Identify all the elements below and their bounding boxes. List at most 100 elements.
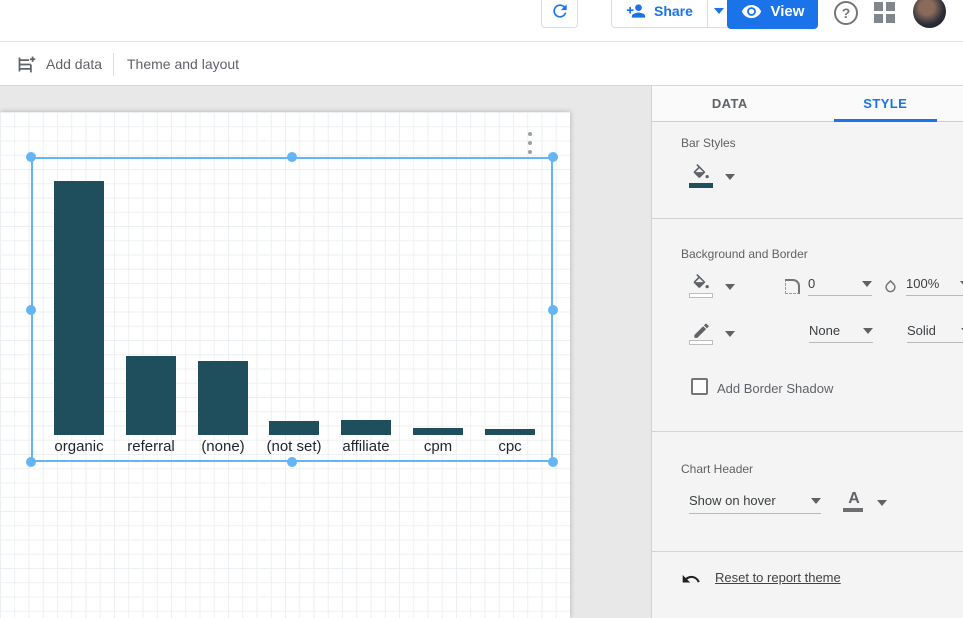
chart-overflow-menu[interactable] <box>524 132 536 154</box>
more-vert-icon <box>528 141 532 145</box>
selection-handle[interactable] <box>26 457 36 467</box>
help-button[interactable]: ? <box>834 1 858 25</box>
add-border-shadow-checkbox[interactable] <box>691 378 708 395</box>
font-color-swatch <box>843 508 863 512</box>
border-color-caret-icon[interactable] <box>725 331 735 337</box>
add-data-icon <box>16 54 37 75</box>
bar-cpc[interactable] <box>485 429 535 435</box>
bar-label: cpc <box>472 438 548 455</box>
help-icon: ? <box>842 5 851 21</box>
reset-to-report-theme-link[interactable]: Reset to report theme <box>715 570 841 585</box>
background-border-title: Background and Border <box>681 247 808 261</box>
bar-cpm[interactable] <box>413 428 463 435</box>
bar-label: (none) <box>185 438 261 455</box>
chevron-down-icon <box>714 8 724 14</box>
font-color-icon: A <box>843 492 865 506</box>
bar-fill-color-swatch <box>689 183 713 188</box>
selection-handle[interactable] <box>287 152 297 162</box>
chart-header-title: Chart Header <box>681 462 753 476</box>
selection-handle[interactable] <box>548 152 558 162</box>
reset-to-theme-row[interactable]: Reset to report theme <box>681 569 841 586</box>
corner-radius-select[interactable]: 0 <box>808 276 872 296</box>
bar-label: (not set) <box>256 438 332 455</box>
refresh-button[interactable] <box>541 0 578 28</box>
bar-notset[interactable] <box>269 421 319 435</box>
bar-chart-selected[interactable]: organicreferral(none)(not set)affiliatec… <box>31 157 553 462</box>
workspace: organicreferral(none)(not set)affiliatec… <box>0 86 651 618</box>
selection-handle[interactable] <box>548 305 558 315</box>
selection-handle[interactable] <box>26 305 36 315</box>
undo-icon <box>681 569 701 586</box>
more-vert-icon <box>528 150 532 154</box>
bar-label: organic <box>41 438 117 455</box>
selection-handle[interactable] <box>548 457 558 467</box>
user-avatar[interactable] <box>913 0 946 28</box>
border-style-select[interactable]: Solid <box>907 323 963 343</box>
border-color-button[interactable] <box>688 321 714 347</box>
background-color-button[interactable] <box>688 274 714 300</box>
add-data-label: Add data <box>46 56 102 72</box>
border-color-swatch <box>689 340 713 345</box>
header-font-color-button[interactable]: A <box>843 492 865 506</box>
border-weight-select[interactable]: None <box>809 323 873 343</box>
tab-style[interactable]: STYLE <box>808 86 963 121</box>
font-color-caret-icon[interactable] <box>877 500 887 506</box>
background-color-swatch <box>689 293 713 298</box>
add-data-button[interactable]: Add data <box>16 43 102 85</box>
border-weight-value: None <box>809 323 840 338</box>
section-divider <box>652 218 963 219</box>
apps-grid-icon <box>886 14 895 23</box>
opacity-drop-icon <box>883 278 898 295</box>
chevron-down-icon <box>863 328 873 334</box>
corner-radius-value: 0 <box>808 276 815 291</box>
bar-none[interactable] <box>198 361 248 435</box>
top-app-bar: Share View ? <box>0 0 963 42</box>
bar-referral[interactable] <box>126 356 176 435</box>
bar-organic[interactable] <box>54 181 104 435</box>
view-button-label: View <box>771 3 805 20</box>
apps-grid-icon <box>874 2 883 11</box>
selection-handle[interactable] <box>26 152 36 162</box>
corner-radius-field: 0 <box>785 276 872 296</box>
share-button[interactable]: Share <box>612 0 707 27</box>
properties-panel: DATA STYLE Bar Styles Background and Bor… <box>651 86 963 618</box>
apps-grid-button[interactable] <box>874 2 895 23</box>
bar-label: affiliate <box>328 438 404 455</box>
theme-and-layout-button[interactable]: Theme and layout <box>127 43 239 85</box>
selection-handle[interactable] <box>287 457 297 467</box>
opacity-select[interactable]: 100% <box>906 276 963 296</box>
bar-fill-dropdown-caret-icon[interactable] <box>725 174 735 180</box>
tab-data[interactable]: DATA <box>652 86 808 121</box>
bar-label: cpm <box>400 438 476 455</box>
looker-studio-editor: Share View ? <box>0 0 963 618</box>
report-canvas[interactable]: organicreferral(none)(not set)affiliatec… <box>0 112 570 618</box>
tab-style-label: STYLE <box>863 96 907 111</box>
opacity-field: 100% <box>883 276 963 296</box>
bar-label: referral <box>113 438 189 455</box>
background-color-caret-icon[interactable] <box>725 284 735 290</box>
border-weight-field: None <box>785 323 873 343</box>
chevron-down-icon <box>811 498 821 504</box>
eye-icon <box>741 1 762 22</box>
border-style-field: Solid <box>883 323 963 343</box>
add-border-shadow-label: Add Border Shadow <box>717 381 833 396</box>
section-divider <box>652 551 963 552</box>
toolbar-divider <box>113 53 114 76</box>
chart-header-mode-select[interactable]: Show on hover <box>689 493 821 514</box>
bar-affiliate[interactable] <box>341 420 391 435</box>
pencil-icon <box>692 321 711 339</box>
rounded-corner-icon <box>785 279 800 294</box>
section-divider <box>652 431 963 432</box>
chevron-down-icon <box>862 281 872 287</box>
border-style-value: Solid <box>907 323 936 338</box>
person-add-icon <box>626 1 646 21</box>
tab-data-label: DATA <box>712 96 748 111</box>
apps-grid-icon <box>874 14 883 23</box>
line-weight-icon <box>785 326 801 340</box>
panel-tabs: DATA STYLE <box>652 86 963 122</box>
edit-toolbar: Add data Theme and layout <box>0 43 963 86</box>
bar-fill-color-button[interactable] <box>688 164 714 190</box>
share-button-group: Share <box>611 0 731 28</box>
opacity-value: 100% <box>906 276 939 291</box>
view-button[interactable]: View <box>727 0 818 29</box>
